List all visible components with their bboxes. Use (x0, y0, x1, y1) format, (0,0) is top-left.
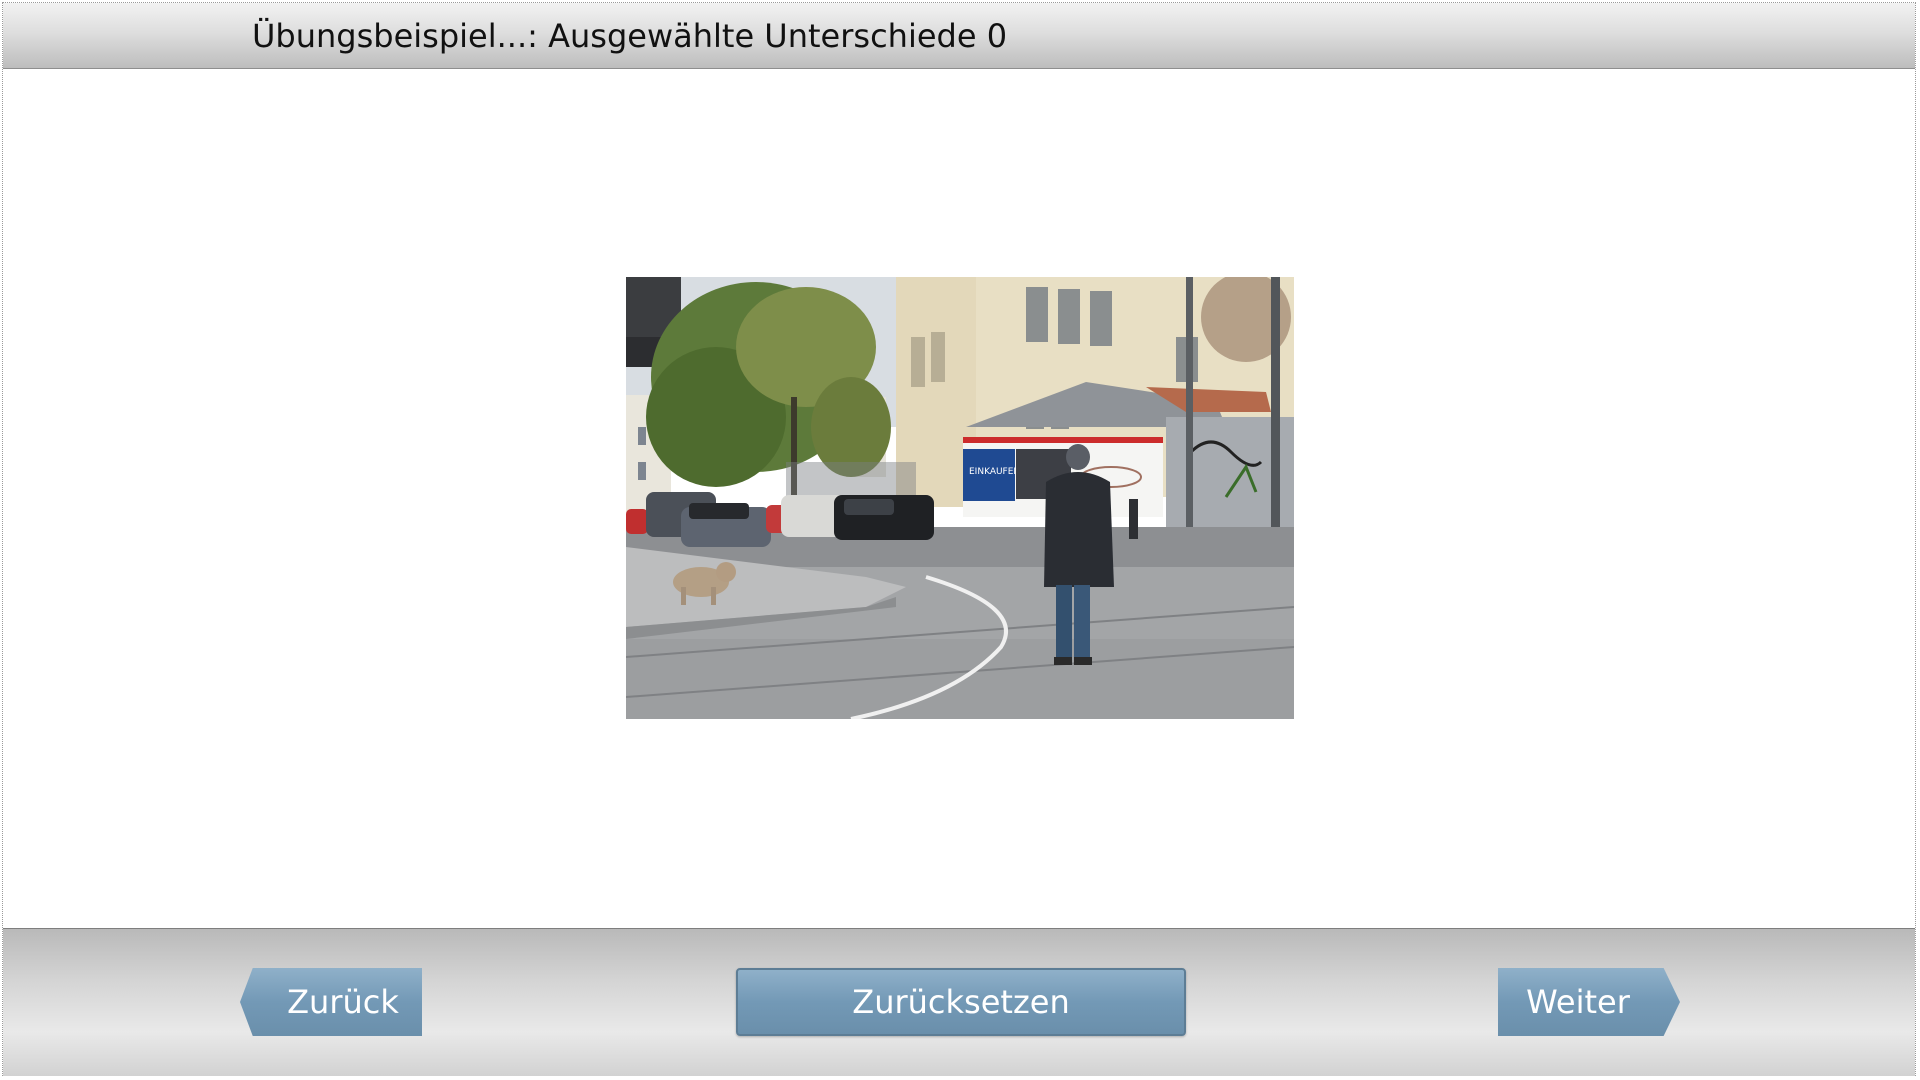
page-title: Übungsbeispiel...: Ausgewählte Unterschi… (252, 17, 1008, 55)
header-bar: Übungsbeispiel...: Ausgewählte Unterschi… (3, 3, 1915, 69)
street-scene-image[interactable]: EINKAUFEN UMS ECK? (626, 277, 1294, 719)
next-button-label: Weiter (1526, 983, 1630, 1021)
next-button[interactable]: Weiter (1498, 968, 1680, 1036)
back-button-label: Zurück (287, 983, 399, 1021)
reset-button-label: Zurücksetzen (852, 983, 1070, 1021)
back-button[interactable]: Zurück (240, 968, 422, 1036)
street-photo[interactable]: EINKAUFEN UMS ECK? (626, 277, 1294, 719)
reset-button[interactable]: Zurücksetzen (736, 968, 1186, 1036)
